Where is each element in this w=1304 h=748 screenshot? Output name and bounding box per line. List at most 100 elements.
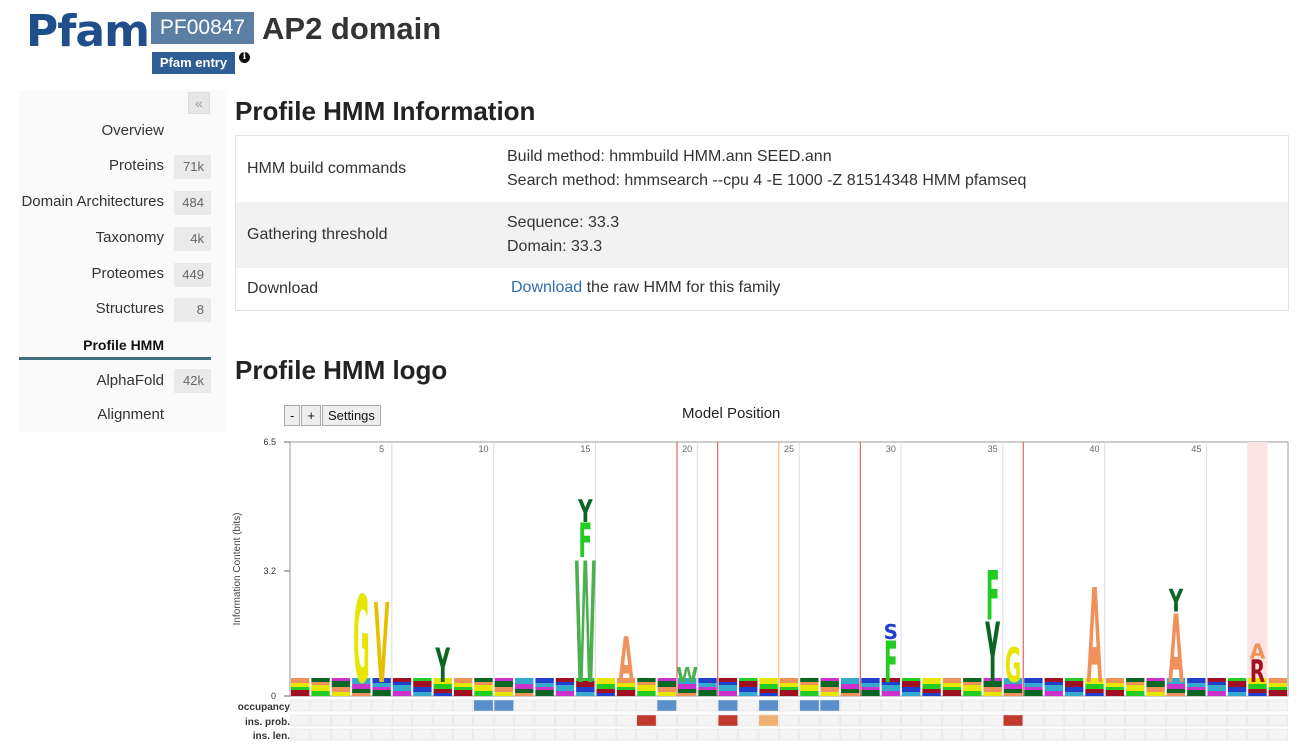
residue-stack (718, 685, 738, 691)
residue-stack (453, 683, 473, 687)
info-cell (473, 714, 494, 727)
sidebar-item-structures[interactable]: Structures (19, 300, 164, 317)
info-cell (555, 714, 575, 727)
info-cell (616, 699, 636, 712)
info-cell (962, 728, 983, 741)
residue-stack (1044, 678, 1063, 682)
table-row: Gathering threshold Sequence: 33.3 Domai… (236, 202, 1288, 268)
info-cell (555, 699, 575, 712)
residue-stack (596, 678, 615, 684)
info-cell (677, 728, 698, 741)
residue-stack (800, 685, 819, 691)
residue-stack (392, 678, 412, 682)
info-cell (697, 714, 718, 727)
sidebar-item-proteins[interactable]: Proteins (19, 157, 164, 174)
info-cell (697, 699, 718, 712)
info-cell (514, 728, 535, 741)
info-cell (514, 714, 535, 727)
info-cell (330, 699, 351, 712)
residue-stack (779, 683, 799, 687)
residue-stack (800, 691, 819, 696)
info-cell (534, 714, 555, 727)
info-cell (330, 728, 351, 741)
residue-stack (453, 690, 473, 696)
residue-stack (515, 684, 534, 689)
sidebar-item-taxonomy[interactable]: Taxonomy (19, 229, 164, 246)
build-method: Build method: hmmbuild HMM.ann SEED.ann (507, 148, 832, 165)
residue-stack (311, 685, 330, 691)
sidebar-count-alphafold: 42k (174, 369, 211, 393)
x-tick-label: 10 (478, 444, 488, 454)
info-icon[interactable]: i (239, 52, 250, 63)
info-cell (636, 699, 657, 712)
info-cell (942, 699, 962, 712)
info-cell (921, 714, 942, 727)
info-cell (819, 714, 840, 727)
residue-stack (1187, 678, 1206, 683)
info-cell (555, 728, 575, 741)
info-cell (636, 728, 657, 741)
residue-stack (861, 683, 880, 687)
info-cell (412, 699, 433, 712)
info-cell (310, 714, 331, 727)
residue-stack (1268, 678, 1287, 683)
residue-stack (1227, 678, 1247, 681)
residue-stack (1105, 690, 1125, 696)
residue-stack (902, 678, 921, 681)
pfam-logo[interactable]: Pfam (26, 8, 150, 56)
collapse-sidebar-icon[interactable]: « (188, 92, 210, 114)
residue-stack (1044, 691, 1063, 696)
settings-button[interactable]: Settings (321, 405, 381, 426)
residue-stack (515, 689, 534, 693)
residue-stack (657, 687, 676, 692)
residue-stack (474, 678, 493, 682)
residue-stack (942, 678, 962, 683)
info-cell (656, 714, 677, 727)
zoom-out-button[interactable]: - (284, 405, 301, 426)
info-cell (1166, 728, 1186, 741)
info-cell (432, 728, 453, 741)
info-cell (880, 714, 901, 727)
info-cell (1186, 699, 1207, 712)
info-cell (880, 699, 901, 712)
sidebar-item-overview[interactable]: Overview (19, 122, 164, 139)
residue-stack (474, 691, 493, 696)
sidebar-item-profile-hmm[interactable]: Profile HMM (19, 337, 164, 353)
residue-stack (1207, 678, 1226, 682)
residue-stack (922, 693, 941, 696)
info-cell (1247, 728, 1268, 741)
sidebar-item-proteomes[interactable]: Proteomes (19, 265, 164, 282)
residue-letter: G (353, 572, 369, 711)
residue-stack (677, 693, 697, 696)
info-cell (1145, 728, 1166, 741)
info-cell (371, 699, 392, 712)
info-cell (1023, 699, 1044, 712)
zoom-in-button[interactable]: + (301, 405, 321, 426)
info-cell (1064, 714, 1085, 727)
residue-stack (474, 685, 493, 691)
residue-stack (840, 678, 860, 684)
section-title-hmm-logo: Profile HMM logo (235, 355, 448, 385)
download-link[interactable]: Download (511, 279, 582, 296)
info-cell (942, 728, 962, 741)
residue-stack (800, 678, 819, 682)
info-cell (412, 714, 433, 727)
x-tick-label: 30 (886, 444, 896, 454)
info-cell (942, 714, 962, 727)
info-cell (575, 714, 596, 727)
residue-letter: Y (1168, 584, 1184, 620)
residue-letter: V (374, 580, 390, 708)
sidebar-item-alphafold[interactable]: AlphaFold (19, 372, 164, 389)
info-cell (1145, 714, 1166, 727)
sidebar-item-alignment[interactable]: Alignment (19, 406, 164, 423)
hmm-logo-chart[interactable]: 5 10 15 20 25 30 35 40 45 6.5 3.2 0 Information Cont… (228, 436, 1292, 746)
info-cell (738, 699, 759, 712)
family-title: AP2 domain (262, 11, 442, 46)
info-cell (656, 699, 677, 712)
x-tick-label: 35 (988, 444, 998, 454)
residue-stack (535, 683, 554, 687)
residue-stack (637, 682, 656, 685)
info-cell (717, 699, 738, 712)
sidebar-item-domain-architectures[interactable]: Domain Architectures (19, 193, 164, 210)
residue-stack (1187, 683, 1206, 687)
